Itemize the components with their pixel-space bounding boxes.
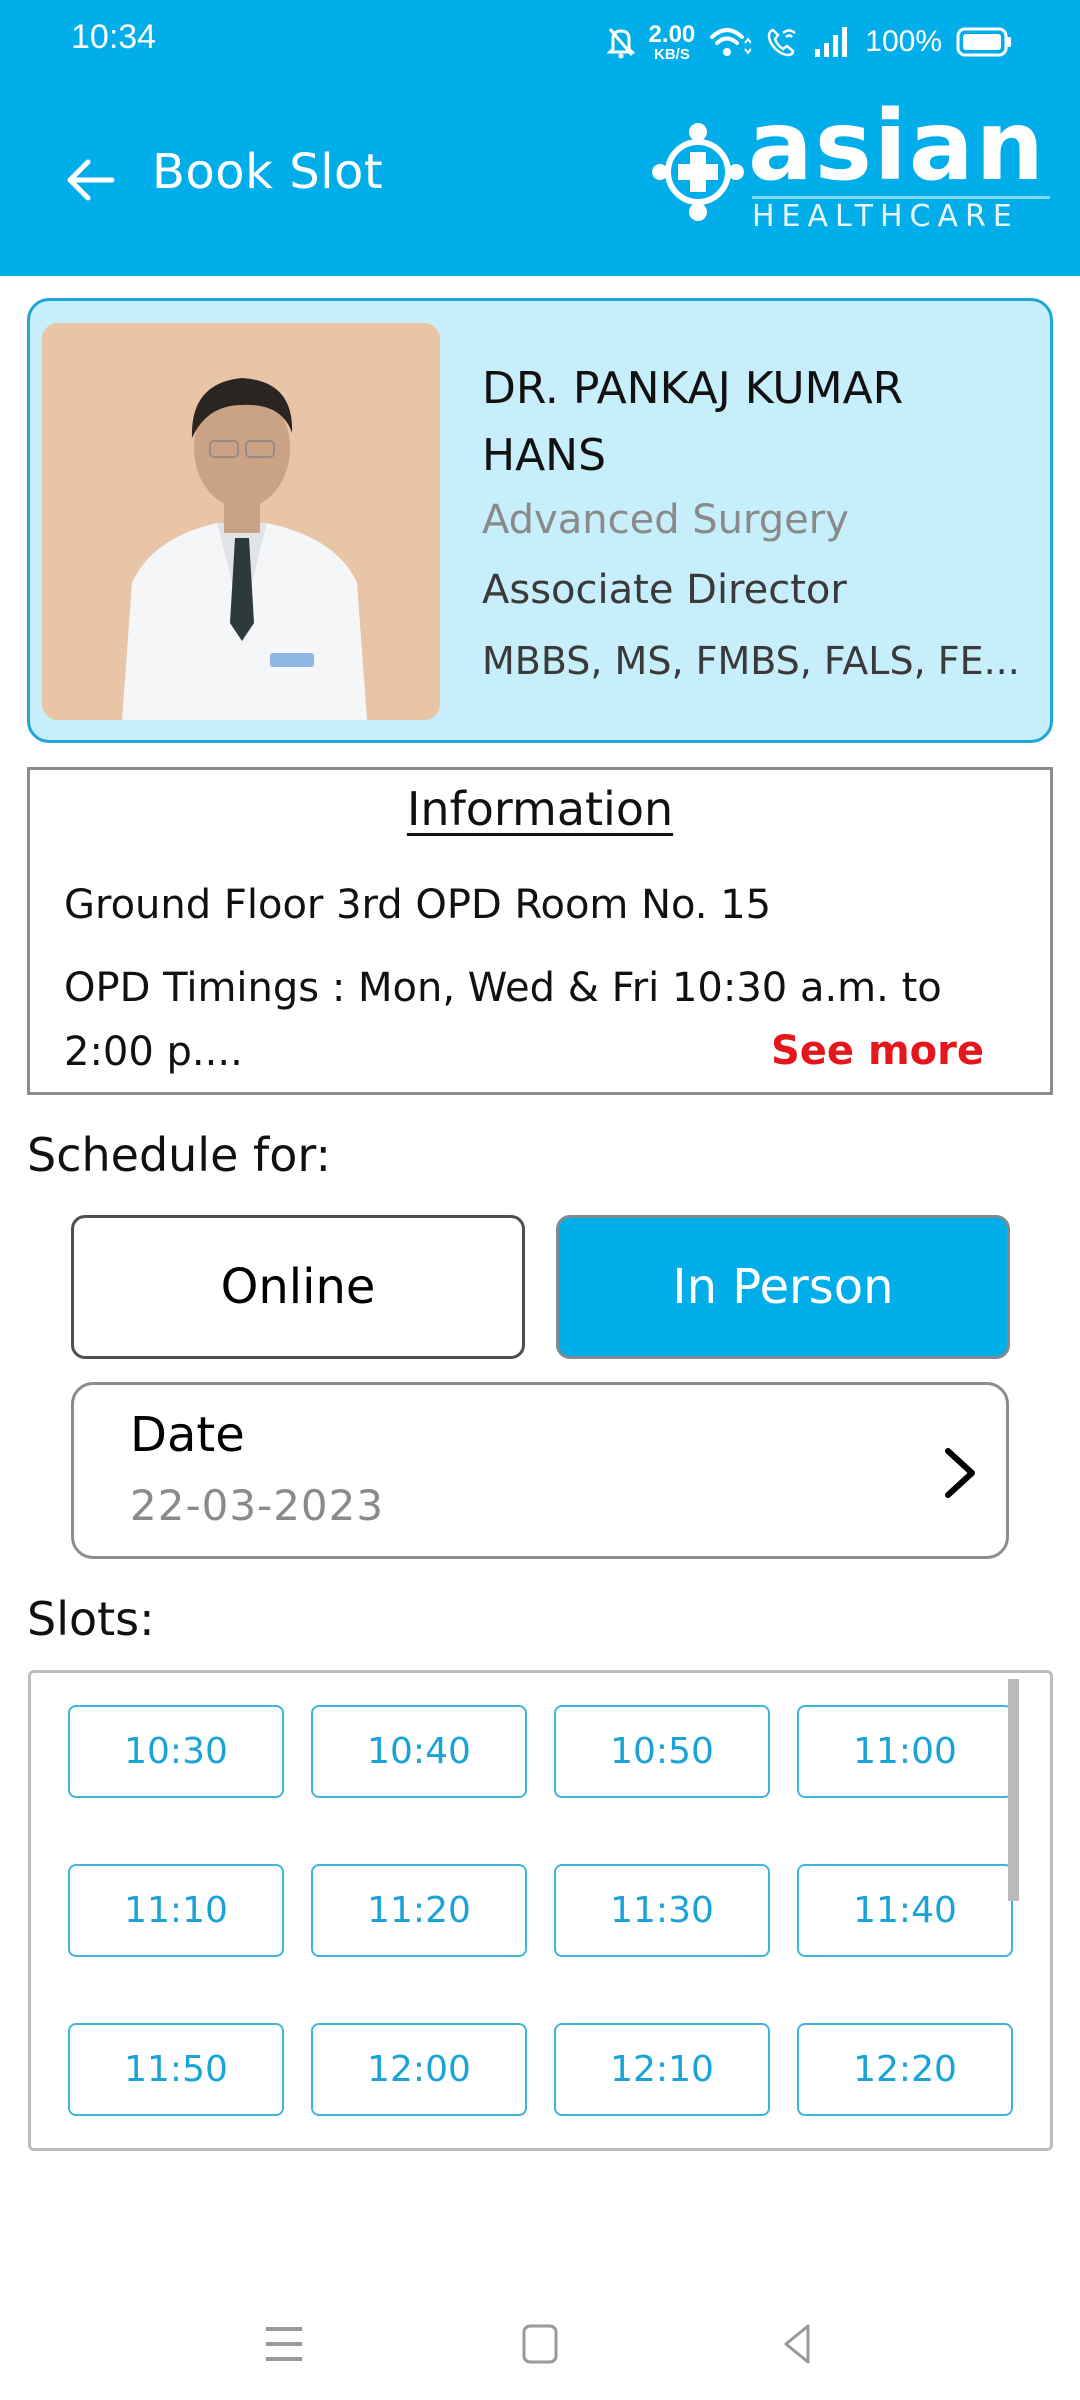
date-value: 22-03-2023	[130, 1481, 385, 1530]
slot-button[interactable]: 10:30	[68, 1705, 284, 1798]
slots-grid: 10:30 10:40 10:50 11:00 11:10 11:20 11:3…	[68, 1705, 1013, 2116]
doctor-qualifications: MBBS, MS, FMBS, FALS, FE...	[482, 639, 1020, 683]
slot-button[interactable]: 10:50	[554, 1705, 770, 1798]
battery-icon	[956, 27, 1011, 57]
information-title: Information	[406, 782, 674, 836]
online-button[interactable]: Online	[71, 1215, 525, 1359]
slots-scrollbar[interactable]	[1008, 1679, 1019, 1901]
logo-word: asian	[748, 90, 1046, 202]
doctor-card: DR. PANKAJ KUMAR HANS Advanced Surgery A…	[27, 298, 1053, 743]
slot-button[interactable]: 11:30	[554, 1864, 770, 1957]
slot-button[interactable]: 11:10	[68, 1864, 284, 1957]
see-more-link[interactable]: See more	[771, 1028, 984, 1074]
slot-button[interactable]: 12:10	[554, 2023, 770, 2116]
chevron-right-icon	[945, 1448, 975, 1498]
doctor-photo	[42, 323, 440, 720]
status-time: 10:34	[71, 18, 157, 56]
logo-emblem-icon	[652, 123, 744, 221]
page-title: Book Slot	[152, 144, 384, 200]
slots-label: Slots:	[27, 1592, 155, 1646]
battery-percent: 100%	[865, 25, 942, 58]
slot-button[interactable]: 10:40	[311, 1705, 527, 1798]
slot-button[interactable]: 11:40	[797, 1864, 1013, 1957]
slot-button[interactable]: 12:00	[311, 2023, 527, 2116]
status-icons: 2.00 KB/S 100%	[606, 18, 1012, 66]
information-location: Ground Floor 3rd OPD Room No. 15	[64, 882, 772, 928]
app-header: 10:34 2.00 KB/S 100% Book Slot asian HEA…	[0, 0, 1080, 276]
date-picker[interactable]: Date 22-03-2023	[71, 1382, 1009, 1559]
slots-container: 10:30 10:40 10:50 11:00 11:10 11:20 11:3…	[28, 1670, 1053, 2151]
doctor-portrait-icon	[42, 323, 440, 720]
slot-button[interactable]: 11:00	[797, 1705, 1013, 1798]
schedule-label: Schedule for:	[27, 1128, 331, 1182]
system-nav-bar	[0, 2280, 1080, 2400]
doctor-specialty: Advanced Surgery	[482, 497, 849, 543]
recents-icon[interactable]	[254, 2314, 314, 2374]
back-arrow-icon[interactable]	[62, 152, 118, 208]
signal-icon	[815, 27, 848, 57]
slot-button[interactable]: 12:20	[797, 2023, 1013, 2116]
network-speed: 2.00 KB/S	[648, 20, 696, 63]
doctor-name: DR. PANKAJ KUMAR HANS	[482, 363, 904, 481]
bell-muted-icon	[606, 28, 635, 59]
back-icon[interactable]	[768, 2314, 828, 2374]
information-box: Information Ground Floor 3rd OPD Room No…	[27, 767, 1053, 1095]
logo-subtitle: HEALTHCARE	[752, 199, 1019, 234]
slot-button[interactable]: 11:20	[311, 1864, 527, 1957]
home-icon[interactable]	[510, 2314, 570, 2374]
asian-healthcare-logo: asian HEALTHCARE	[652, 98, 1052, 236]
in-person-button[interactable]: In Person	[556, 1215, 1010, 1359]
wifi-icon	[710, 28, 752, 56]
wifi-calling-icon	[768, 28, 797, 57]
date-label: Date	[130, 1407, 245, 1463]
doctor-designation: Associate Director	[482, 567, 847, 613]
slot-button[interactable]: 11:50	[68, 2023, 284, 2116]
